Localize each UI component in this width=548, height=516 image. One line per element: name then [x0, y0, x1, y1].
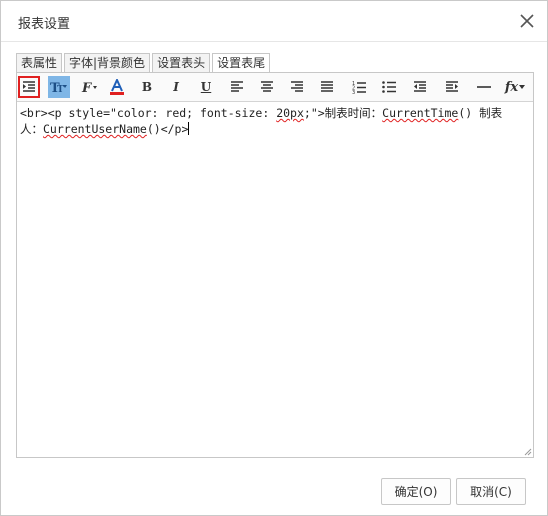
function-label: fx [504, 79, 519, 95]
indent-icon[interactable] [18, 76, 40, 98]
align-center-icon[interactable] [256, 76, 278, 98]
align-justify-icon[interactable] [316, 76, 338, 98]
svg-text:F: F [81, 81, 92, 94]
italic-icon[interactable]: I [165, 76, 187, 98]
tab-table-properties[interactable]: 表属性 [16, 53, 63, 72]
svg-text:T: T [57, 85, 64, 94]
unordered-list-icon[interactable] [378, 76, 400, 98]
bold-icon[interactable]: B [136, 76, 158, 98]
html-text: ;">制表时间： [303, 106, 383, 120]
tab-bar: 表属性 字体|背景颜色 设置表头 设置表尾 [16, 53, 272, 73]
rich-text-editor[interactable]: T T F B I U 1 2 3 fx <br><p style="color… [16, 72, 534, 458]
close-icon[interactable] [519, 13, 535, 29]
dialog-titlebar: 报表设置 [1, 1, 547, 42]
font-family-icon[interactable]: F [79, 76, 101, 98]
resize-grip-icon[interactable] [522, 446, 532, 456]
html-text: 20px [276, 106, 304, 120]
underline-label: U [200, 80, 212, 94]
indent-right-icon[interactable] [441, 76, 463, 98]
ordered-list-icon[interactable]: 1 2 3 [348, 76, 370, 98]
outdent-icon[interactable] [409, 76, 431, 98]
cancel-button[interactable]: 取消(C) [456, 478, 526, 505]
font-size-icon[interactable]: T T [48, 76, 70, 98]
function-icon[interactable]: fx [501, 76, 529, 98]
svg-text:3: 3 [352, 90, 355, 94]
font-color-icon[interactable] [106, 76, 128, 98]
tab-set-header[interactable]: 设置表头 [152, 53, 211, 72]
text-caret [188, 122, 190, 135]
italic-label: I [173, 80, 179, 94]
tab-set-footer[interactable]: 设置表尾 [212, 53, 271, 73]
html-text: <br><p style="color: red; font-size: [20, 106, 277, 120]
bold-label: B [141, 80, 153, 94]
report-settings-dialog: 报表设置 表属性 字体|背景颜色 设置表头 设置表尾 T T F B I U 1… [0, 0, 548, 516]
align-right-icon[interactable] [286, 76, 308, 98]
ok-button[interactable]: 确定(O) [381, 478, 451, 505]
underline-icon[interactable]: U [195, 76, 217, 98]
align-left-icon[interactable] [226, 76, 248, 98]
html-text: ()</p> [146, 122, 189, 136]
editor-content[interactable]: <br><p style="color: red; font-size: 20p… [20, 105, 525, 137]
html-text: CurrentUserName [43, 122, 147, 136]
html-text: CurrentTime [382, 106, 459, 120]
tab-font-background-color[interactable]: 字体|背景颜色 [64, 53, 151, 72]
horizontal-rule-icon[interactable] [473, 76, 495, 98]
dialog-title: 报表设置 [18, 17, 71, 32]
editor-toolbar: T T F B I U 1 2 3 fx [17, 73, 533, 102]
